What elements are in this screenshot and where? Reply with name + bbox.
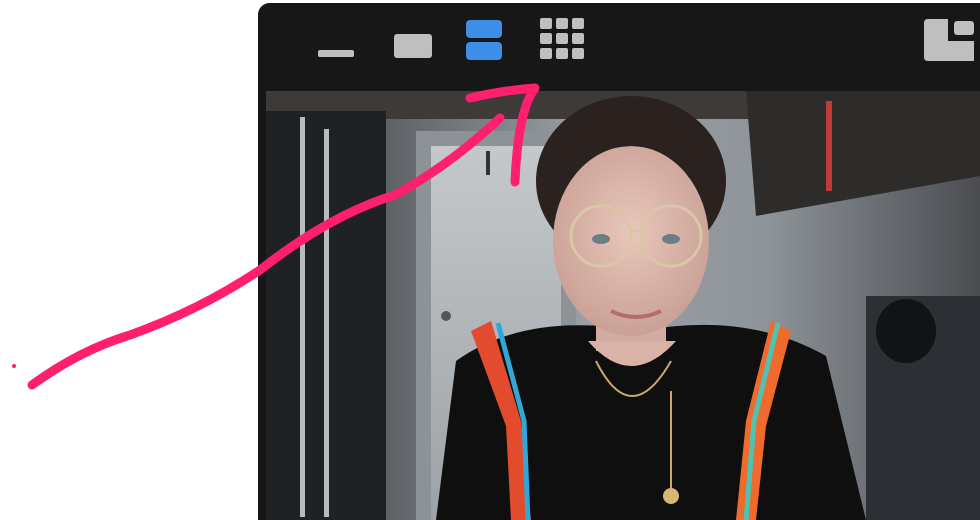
- minimize-icon: [318, 50, 354, 57]
- minimized-view-button[interactable]: [318, 47, 354, 61]
- pip-view-button[interactable]: [924, 19, 974, 61]
- side-by-side-view-button[interactable]: [466, 20, 502, 62]
- participant-video-frame: [266, 91, 980, 520]
- picture-in-picture-icon: [924, 19, 974, 61]
- annotation-dot: [12, 364, 16, 368]
- grid-view-icon: [540, 18, 584, 59]
- participant-video-feed[interactable]: [266, 91, 980, 520]
- video-call-window: [258, 3, 980, 520]
- gallery-view-button[interactable]: [540, 18, 586, 62]
- stacked-view-icon: [466, 20, 502, 60]
- single-view-icon: [394, 34, 432, 58]
- single-speaker-view-button[interactable]: [394, 34, 432, 60]
- view-mode-toolbar: [258, 3, 980, 87]
